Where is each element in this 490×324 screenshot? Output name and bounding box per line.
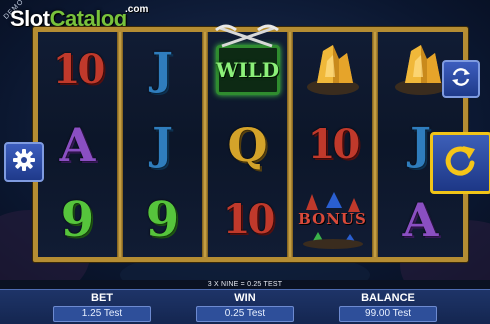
balance-value: 99.00 Test [339,306,437,322]
balance-meter: BALANCE 99.00 Test [338,290,438,322]
gold-crystal-icon [303,37,363,102]
reel-cell: 9 [38,182,117,257]
reel-cell: Q [208,107,287,182]
bonus-label-wrap: BONUS [298,210,368,229]
symbol-ace: A [402,192,439,247]
reel-1: 10 A 9 [38,32,117,257]
symbol-jack: J [410,118,431,170]
reel-cell [293,32,372,107]
reel-3: WILD Q 10 [208,24,287,257]
balance-label: BALANCE [361,292,415,304]
spin-button[interactable] [430,132,490,194]
autoplay-cycle-icon [450,66,472,93]
bet-value[interactable]: 1.25 Test [53,306,151,322]
symbol-nine: 9 [145,191,180,248]
refresh-arrow-icon [441,141,481,186]
symbol-ten: 10 [222,195,276,243]
reel-cell: 10 [208,182,287,257]
win-value: 0.25 Test [196,306,294,322]
gear-icon [12,148,36,177]
reel-4: 10 BONUS [293,32,372,257]
symbol-jack: J [152,43,173,95]
reel-cell: 9 [123,182,202,257]
bonus-label: BONUS [298,209,367,228]
autoplay-button[interactable] [442,60,480,98]
reel-2: J J 9 [123,32,202,257]
reel-cell: 10 [38,32,117,107]
symbol-ace: A [59,117,96,172]
settings-button[interactable] [4,142,44,182]
reel-frame: 10 A 9 J J 9 WILD Q 10 10 BONUS J A [33,24,468,262]
symbol-nine: 9 [60,191,95,248]
logo-suffix: .com [125,4,149,15]
reel-cell: WILD [208,24,287,107]
win-label: WIN [234,292,256,304]
symbol-queen: Q [227,117,268,172]
reel-cell: J [123,32,202,107]
reel-cell: 10 [293,107,372,182]
symbol-ten: 10 [52,45,106,93]
bet-label: BET [91,292,113,304]
pickaxes-icon [214,24,280,53]
symbol-ten: 10 [307,120,361,168]
win-meter: WIN 0.25 Test [195,290,295,322]
reel-cell: J [123,107,202,182]
win-status-message: 3 X NINE = 0.25 TEST [0,280,490,289]
wild-label: WILD [215,57,280,82]
symbol-bonus: BONUS [298,190,368,250]
symbol-jack: J [152,118,173,170]
bet-meter[interactable]: BET 1.25 Test [52,290,152,322]
bottom-panel: BET 1.25 Test WIN 0.25 Test BALANCE 99.0… [0,289,490,324]
reel-cell: A [38,107,117,182]
reel-cell: BONUS [293,182,372,257]
